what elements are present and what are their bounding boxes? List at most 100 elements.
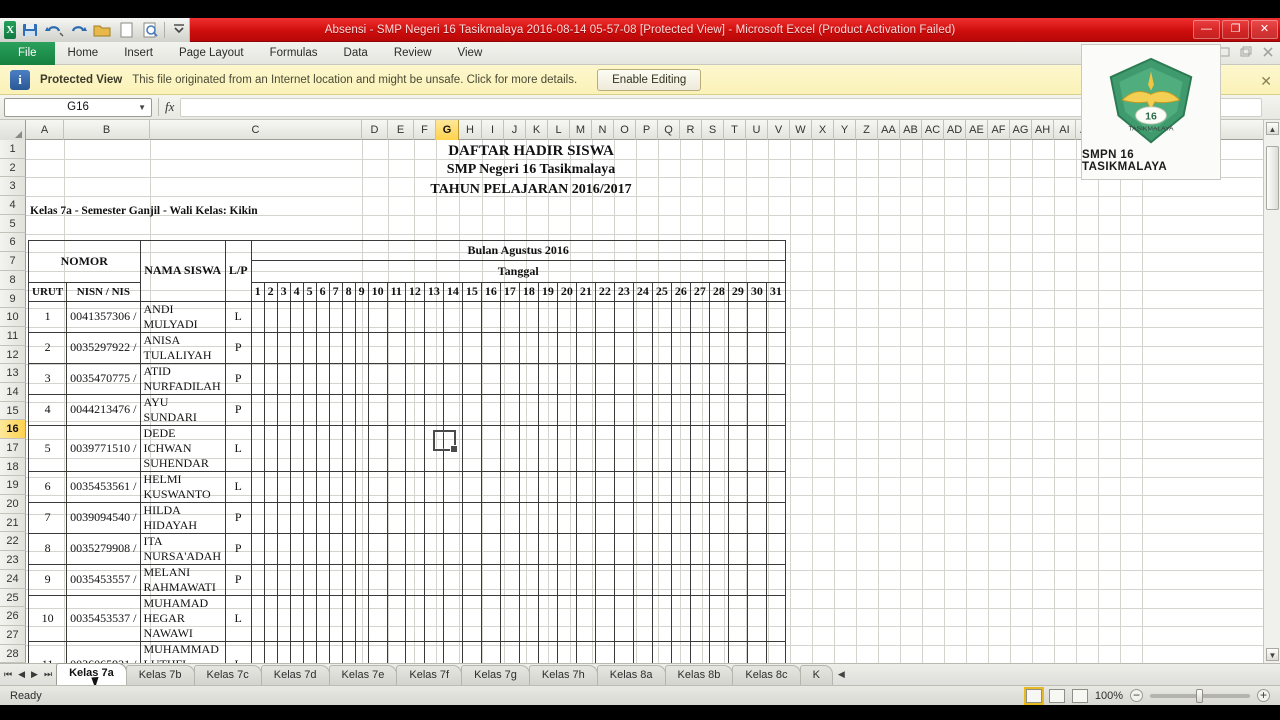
cell-attendance-day-17[interactable]	[499, 393, 520, 426]
cell-attendance-day-13[interactable]	[423, 563, 444, 596]
cell-attendance-day-15[interactable]	[461, 594, 482, 642]
cell-attendance-day-3[interactable]	[276, 470, 291, 503]
first-sheet-icon[interactable]: ⏮	[4, 669, 12, 680]
cell-attendance-day-19[interactable]	[537, 393, 558, 426]
cell-attendance-day-7[interactable]	[328, 331, 343, 364]
cell-attendance-day-7[interactable]	[328, 563, 343, 596]
attendance-table-body[interactable]: 1 0041357306 /ANDI MULYADI L 2 0035297922 /A…	[27, 300, 786, 663]
cell-attendance-day-18[interactable]	[518, 501, 539, 534]
sheet-tab-kelas-7f[interactable]: Kelas 7f	[396, 665, 463, 685]
cell-attendance-day-21[interactable]	[575, 424, 596, 472]
cell-attendance-day-14[interactable]	[442, 300, 463, 333]
cell-attendance-day-8[interactable]	[341, 532, 356, 565]
cell-attendance-day-25[interactable]	[651, 640, 672, 663]
row-header-9[interactable]: 9	[0, 289, 26, 309]
cell-attendance-day-4[interactable]	[289, 532, 304, 565]
column-header-a[interactable]: A	[26, 120, 64, 140]
cell-attendance-day-30[interactable]	[746, 532, 767, 565]
cell-attendance-day-16[interactable]	[480, 594, 501, 642]
minimize-button[interactable]: —	[1193, 20, 1220, 39]
cell-attendance-day-28[interactable]	[708, 532, 729, 565]
row-header-12[interactable]: 12	[0, 345, 26, 365]
cell-attendance-day-23[interactable]	[613, 501, 634, 534]
cell-attendance-day-11[interactable]	[386, 424, 406, 472]
tab-file[interactable]: File	[0, 42, 55, 65]
column-header-y[interactable]: Y	[834, 120, 856, 140]
cell-attendance-day-13[interactable]	[423, 501, 444, 534]
cell-attendance-day-19[interactable]	[537, 424, 558, 472]
cell-attendance-day-21[interactable]	[575, 362, 596, 395]
cell-attendance-day-5[interactable]	[302, 393, 317, 426]
cell-attendance-day-6[interactable]	[315, 362, 330, 395]
table-row[interactable]: 3 0035470775 /ATID NURFADILAH P	[27, 362, 786, 395]
cell-attendance-day-5[interactable]	[302, 331, 317, 364]
row-header-27[interactable]: 27	[0, 625, 26, 645]
cell-attendance-day-28[interactable]	[708, 300, 729, 333]
cell-attendance-day-22[interactable]	[594, 393, 615, 426]
column-header-v[interactable]: V	[768, 120, 790, 140]
row-header-23[interactable]: 23	[0, 551, 26, 570]
row-headers[interactable]: 1 2 3 4 5 6 7 8 9 10 11 12 13 14 15 16 17 18 19 20 21 22 23 24 2…	[0, 140, 26, 663]
cell-attendance-day-2[interactable]	[263, 362, 278, 395]
tab-view[interactable]: View	[445, 42, 496, 65]
cell-attendance-day-3[interactable]	[276, 331, 291, 364]
cell-attendance-day-24[interactable]	[632, 393, 653, 426]
cell-attendance-day-28[interactable]	[708, 362, 729, 395]
cell-attendance-day-8[interactable]	[341, 470, 356, 503]
cell-attendance-day-24[interactable]	[632, 563, 653, 596]
cell-attendance-day-7[interactable]	[328, 640, 343, 663]
column-header-aa[interactable]: AA	[878, 120, 900, 140]
cell-attendance-day-17[interactable]	[499, 424, 520, 472]
cell-attendance-day-10[interactable]	[367, 424, 388, 472]
restore-button[interactable]: ❐	[1222, 20, 1249, 39]
row-header-14[interactable]: 14	[0, 382, 26, 402]
column-header-ai[interactable]: AI	[1054, 120, 1076, 140]
cell-attendance-day-24[interactable]	[632, 424, 653, 472]
cell-attendance-day-3[interactable]	[276, 594, 291, 642]
cell-attendance-day-31[interactable]	[765, 362, 786, 395]
cell-attendance-day-31[interactable]	[765, 393, 786, 426]
cell-attendance-day-27[interactable]	[689, 594, 710, 642]
cell-attendance-day-22[interactable]	[594, 501, 615, 534]
prev-sheet-icon[interactable]: ◀	[18, 669, 25, 680]
cell-attendance-day-17[interactable]	[499, 300, 520, 333]
cell-attendance-day-24[interactable]	[632, 532, 653, 565]
cell-attendance-day-20[interactable]	[556, 424, 577, 472]
cell-attendance-day-25[interactable]	[651, 331, 672, 364]
row-header-25[interactable]: 25	[0, 588, 26, 608]
cell-attendance-day-21[interactable]	[575, 594, 596, 642]
row-header-8[interactable]: 8	[0, 270, 26, 290]
cell-attendance-day-10[interactable]	[367, 300, 388, 333]
cell-attendance-day-11[interactable]	[386, 594, 406, 642]
cell-attendance-day-19[interactable]	[537, 362, 558, 395]
cell-attendance-day-28[interactable]	[708, 331, 729, 364]
column-header-l[interactable]: L	[548, 120, 570, 140]
column-header-b[interactable]: B	[64, 120, 150, 140]
cell-attendance-day-14[interactable]	[442, 640, 463, 663]
cell-attendance-day-16[interactable]	[480, 331, 501, 364]
cell-attendance-day-25[interactable]	[651, 594, 672, 642]
normal-view-icon[interactable]	[1023, 686, 1044, 705]
cell-attendance-day-9[interactable]	[354, 331, 369, 364]
cell-attendance-day-8[interactable]	[341, 594, 356, 642]
cell-attendance-day-11[interactable]	[386, 300, 406, 333]
cell-attendance-day-6[interactable]	[315, 300, 330, 333]
cell-attendance-day-23[interactable]	[613, 563, 634, 596]
cell-attendance-day-14[interactable]	[442, 331, 463, 364]
cell-attendance-day-2[interactable]	[263, 393, 278, 426]
cell-attendance-day-24[interactable]	[632, 470, 653, 503]
cell-attendance-day-31[interactable]	[765, 300, 786, 333]
row-header-17[interactable]: 17	[0, 439, 26, 458]
column-header-t[interactable]: T	[724, 120, 746, 140]
cell-attendance-day-22[interactable]	[594, 563, 615, 596]
column-header-ag[interactable]: AG	[1010, 120, 1032, 140]
cell-attendance-day-9[interactable]	[354, 563, 369, 596]
row-header-1[interactable]: 1	[0, 140, 26, 159]
cell-attendance-day-4[interactable]	[289, 393, 304, 426]
insert-function-icon[interactable]: fx	[165, 99, 174, 115]
cell-attendance-day-25[interactable]	[651, 362, 672, 395]
cell-attendance-day-2[interactable]	[263, 532, 278, 565]
sheet-tab-kelas-8a[interactable]: Kelas 8a	[596, 665, 666, 685]
close-workbook-icon[interactable]	[1260, 44, 1276, 60]
cell-attendance-day-23[interactable]	[613, 594, 634, 642]
